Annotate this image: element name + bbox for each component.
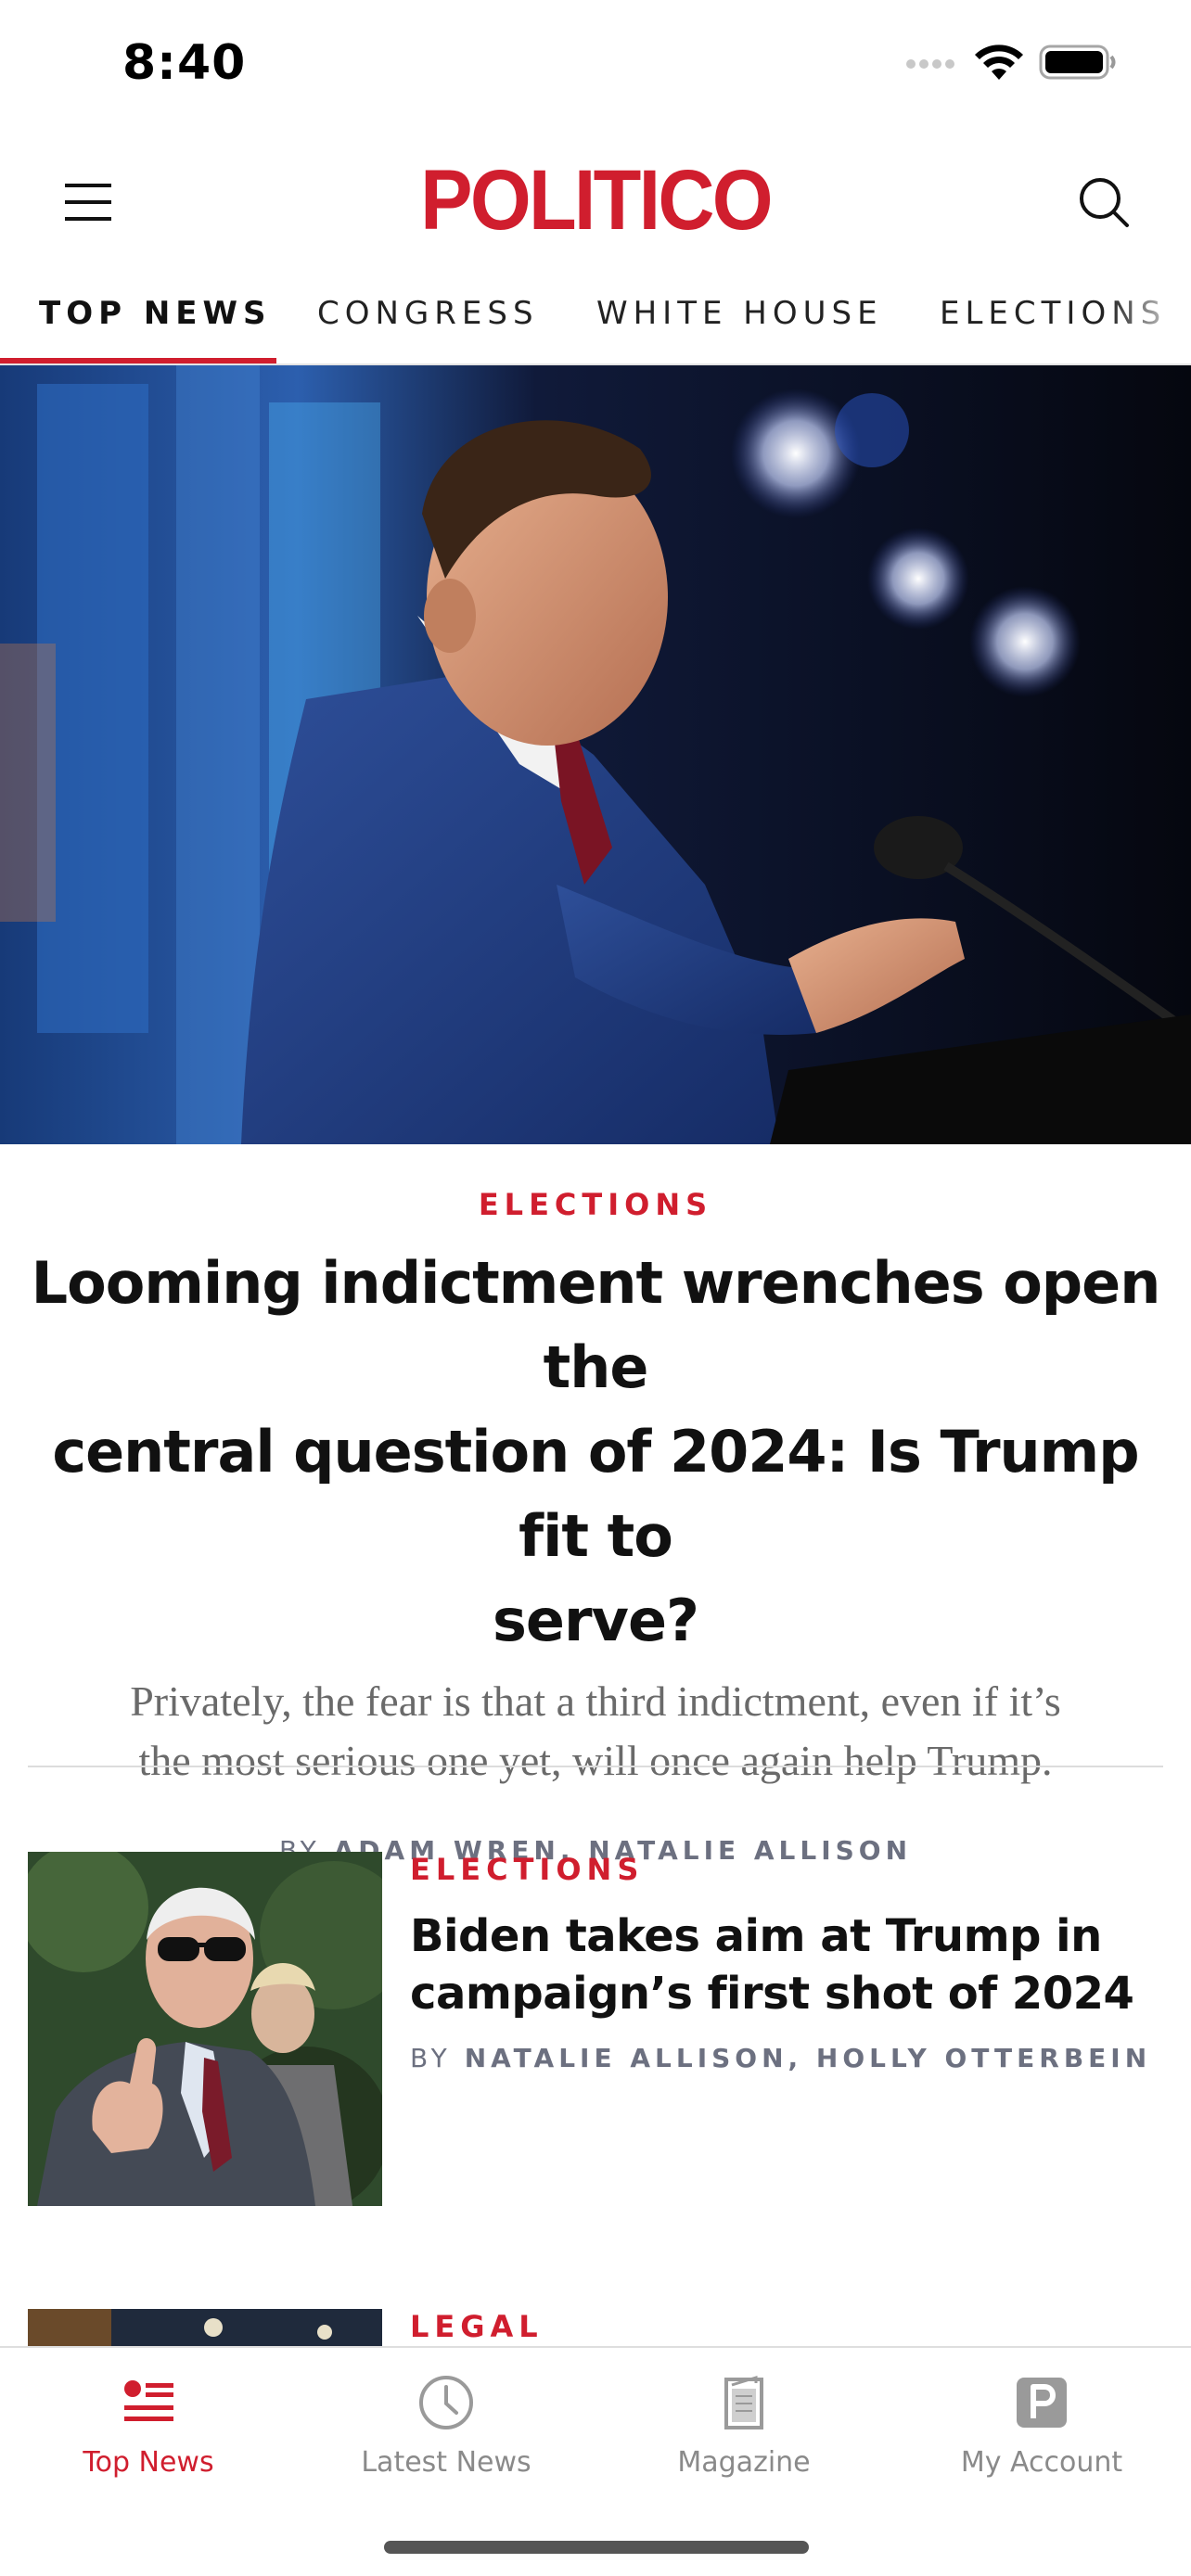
story-headline-line: Biden takes aim at Trump in [410,1910,1102,1962]
clock-icon [419,2376,473,2429]
byline-prefix: BY [410,2043,452,2073]
story-text: LEGAL [410,2309,1163,2344]
story-text: ELECTIONS Biden takes aim at Trump in ca… [410,1852,1163,2073]
bottom-tab-bar: Top News Latest News Magazine My Account [0,2346,1191,2576]
nav-magazine[interactable]: Magazine [596,2370,892,2479]
account-icon [1017,2378,1067,2428]
hero-headline[interactable]: Looming indictment wrenches open the cen… [28,1241,1163,1663]
search-button[interactable] [1074,172,1135,234]
hero-story[interactable]: ELECTIONS Looming indictment wrenches op… [28,1144,1163,1866]
story-kicker[interactable]: ELECTIONS [410,1852,1163,1887]
status-time: 8:40 [122,35,247,91]
section-tabs: TOP NEWS CONGRESS WHITE HOUSE ELECTIONS [0,278,1191,365]
hero-dek-line: Privately, the fear is that a third indi… [130,1677,1061,1725]
story-headline-line: campaign’s first shot of 2024 [410,1968,1134,2020]
byline-authors[interactable]: NATALIE ALLISON, HOLLY OTTERBEIN [465,2043,1151,2073]
home-indicator[interactable] [384,2541,809,2554]
story-thumbnail-illustration [28,1852,382,2206]
politico-logo[interactable]: POLITICO [47,152,1143,249]
nav-label: My Account [960,2446,1123,2479]
story-kicker[interactable]: LEGAL [410,2309,1163,2344]
cellular-signal-icon [906,59,954,69]
hero-headline-line: serve? [493,1587,699,1654]
nav-latest-news[interactable]: Latest News [298,2370,595,2479]
active-tab-indicator [0,358,276,363]
status-icons [905,43,1117,82]
tab-congress[interactable]: CONGRESS [317,295,539,332]
story-divider [28,1766,1163,1767]
hero-headline-line: central question of 2024: Is Trump fit t… [52,1418,1139,1570]
app-screen: 8:40 POLITICO TOP NEWS CONGRESS WHITE HO… [0,0,1191,2576]
battery-icon [1039,45,1116,80]
wifi-icon [975,45,1023,80]
nav-label: Latest News [361,2446,531,2479]
hero-photo[interactable] [0,365,1191,1144]
magazine-icon [724,2375,763,2429]
story-byline: BY NATALIE ALLISON, HOLLY OTTERBEIN [410,2043,1163,2073]
hero-dek: Privately, the fear is that a third indi… [46,1672,1145,1791]
story-thumbnail[interactable] [28,1852,382,2206]
story-item[interactable]: ELECTIONS Biden takes aim at Trump in ca… [28,1852,1163,2206]
app-header: POLITICO [0,139,1191,260]
search-icon [1080,178,1129,227]
tab-white-house[interactable]: WHITE HOUSE [596,295,883,332]
nav-label: Top News [83,2446,214,2479]
nav-my-account[interactable]: My Account [893,2370,1190,2479]
tabs-fade [1108,278,1191,362]
nav-top-news[interactable]: Top News [0,2370,297,2479]
tab-top-news[interactable]: TOP NEWS [39,295,272,332]
hero-photo-illustration [0,365,1191,1144]
status-bar: 8:40 [0,0,1191,139]
hero-kicker[interactable]: ELECTIONS [28,1187,1163,1222]
story-headline[interactable]: Biden takes aim at Trump in campaign’s f… [410,1907,1163,2022]
hero-dek-line: the most serious one yet, will once agai… [138,1737,1053,1784]
top-news-icon [124,2380,173,2421]
nav-label: Magazine [677,2446,811,2479]
hero-headline-line: Looming indictment wrenches open the [31,1249,1161,1401]
